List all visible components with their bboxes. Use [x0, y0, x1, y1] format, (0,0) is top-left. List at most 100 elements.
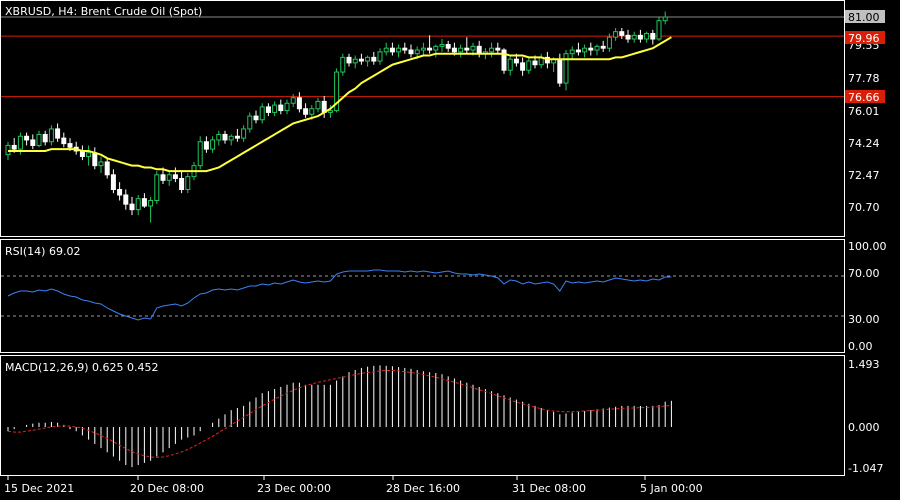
candle-body — [470, 45, 476, 51]
candle-body — [315, 100, 321, 110]
candle-body — [148, 199, 154, 207]
rsi-line — [7, 269, 672, 321]
candle-body — [383, 47, 389, 53]
candle-body — [445, 44, 451, 49]
candle-body — [203, 141, 209, 150]
rsi-tick: 70.00 — [848, 267, 880, 280]
symbol-label: XBRUSD, H4: Brent Crude Oil (Spot) — [5, 5, 202, 18]
candle-body — [17, 135, 23, 150]
candle-body — [179, 177, 185, 190]
candle-body — [600, 45, 606, 49]
candle-body — [55, 128, 61, 139]
candle-body — [24, 135, 30, 141]
candle-body — [327, 110, 333, 113]
candle-body — [154, 174, 160, 201]
candle-body — [104, 161, 110, 176]
candle-body — [222, 133, 228, 141]
candle-body — [185, 176, 191, 190]
candle-body — [402, 47, 408, 51]
candle-body — [489, 47, 495, 53]
candle-body — [631, 34, 637, 40]
candle-body — [513, 58, 519, 64]
candle-body — [110, 174, 116, 190]
candle-body — [619, 31, 625, 36]
chart-canvas[interactable]: XBRUSD, H4: Brent Crude Oil (Spot) RSI(1… — [0, 0, 900, 500]
price-tick: 70.70 — [848, 201, 880, 214]
candle-body — [36, 133, 42, 146]
candle-body — [377, 51, 383, 62]
candle-body — [259, 106, 265, 121]
candle-body — [129, 203, 135, 211]
candle-body — [520, 62, 526, 71]
time-tick: 23 Dec 00:00 — [257, 482, 331, 495]
rsi-tick: 0.00 — [848, 340, 873, 353]
candle-body — [365, 56, 371, 62]
candle-body — [662, 16, 668, 22]
candle-body — [569, 49, 575, 55]
candle-body — [42, 133, 48, 143]
candle-body — [11, 144, 17, 150]
candle-body — [613, 31, 619, 38]
candle-body — [625, 34, 631, 40]
candle-body — [303, 108, 309, 115]
candle-body — [172, 174, 178, 179]
candle-body — [67, 143, 73, 148]
rsi-tick: 100.00 — [848, 240, 887, 253]
candle-body — [427, 47, 433, 51]
macd-label: MACD(12,26,9) 0.625 0.452 — [5, 361, 159, 374]
candle-body — [296, 97, 302, 110]
chart-window: XBRUSD, H4: Brent Crude Oil (Spot) RSI(1… — [0, 0, 900, 500]
candle-body — [228, 135, 234, 141]
candle-body — [86, 152, 92, 157]
price-tick: 76.01 — [848, 105, 880, 118]
candle-body — [606, 36, 612, 49]
candle-body — [396, 47, 402, 53]
macd-histogram — [7, 365, 672, 468]
candle-body — [476, 45, 482, 55]
candle-body — [352, 58, 358, 64]
price-tick: 77.78 — [848, 72, 880, 85]
macd-tick: 0.000 — [848, 421, 880, 434]
candle-body — [371, 56, 377, 62]
candle-body — [408, 49, 414, 55]
time-tick: 5 Jan 00:00 — [640, 482, 703, 495]
time-tick: 20 Dec 08:00 — [130, 482, 204, 495]
candle-body — [98, 161, 104, 167]
candle-body — [594, 45, 600, 51]
candle-body — [160, 174, 166, 181]
candle-body — [141, 198, 147, 207]
rsi-guides — [1, 275, 844, 317]
candle-body — [532, 60, 538, 66]
candle-body — [588, 47, 594, 51]
candle-body — [346, 56, 352, 64]
candle-body — [234, 135, 240, 139]
candle-body — [241, 128, 247, 139]
price-tick: 72.47 — [848, 169, 880, 182]
candle-body — [458, 47, 464, 53]
candles — [5, 11, 668, 223]
macd-tick: -1.047 — [848, 462, 883, 475]
candle-body — [582, 47, 588, 53]
candle-body — [117, 188, 123, 196]
time-tick: 28 Dec 16:00 — [386, 482, 460, 495]
candle-body — [557, 58, 563, 84]
candle-body — [278, 104, 284, 112]
candle-body — [216, 133, 222, 141]
candle-body — [495, 47, 501, 51]
candle-body — [526, 60, 532, 71]
candle-body — [253, 115, 259, 121]
candle-body — [389, 47, 395, 53]
time-tick: 31 Dec 08:00 — [512, 482, 586, 495]
price-tick: 74.24 — [848, 137, 880, 150]
rsi-panel-frame — [0, 239, 845, 353]
candle-body — [656, 20, 662, 40]
candle-body — [210, 139, 216, 150]
candle-body — [123, 194, 129, 205]
time-tick: 15 Dec 2021 — [4, 482, 74, 495]
candle-body — [451, 47, 457, 53]
candle-body — [575, 49, 581, 53]
candle-body — [61, 137, 67, 145]
candle-body — [284, 102, 290, 112]
candle-body — [644, 33, 650, 40]
level-high-tag: 79.96 — [848, 32, 880, 45]
